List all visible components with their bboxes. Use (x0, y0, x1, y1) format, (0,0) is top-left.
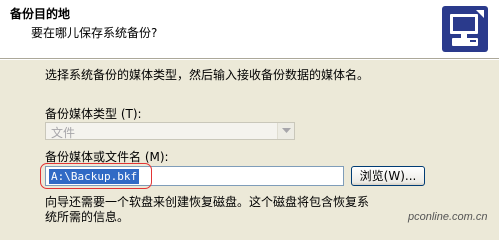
chevron-down-icon[interactable] (277, 123, 294, 139)
media-description: 选择系统备份的媒体类型，然后输入接收备份数据的媒体名。 (45, 68, 370, 82)
media-type-label: 备份媒体类型 (T): (45, 107, 142, 121)
backup-wizard-computer-icon (440, 4, 490, 54)
wizard-header: 备份目的地 要在哪儿保存系统备份? (0, 0, 499, 58)
header-divider (0, 58, 499, 60)
media-type-dropdown[interactable]: 文件 (45, 122, 295, 140)
header-subtitle: 要在哪儿保存系统备份? (31, 26, 158, 40)
watermark: pconline.com.cn (408, 211, 488, 223)
browse-button[interactable]: 浏览(W)... (351, 166, 425, 186)
media-type-value: 文件 (51, 126, 76, 140)
highlight-annotation (40, 163, 152, 189)
floppy-note: 向导还需要一个软盘来创建恢复磁盘。这个磁盘将包含恢复系统所需的信息。 (45, 195, 370, 224)
header-title: 备份目的地 (10, 7, 71, 21)
